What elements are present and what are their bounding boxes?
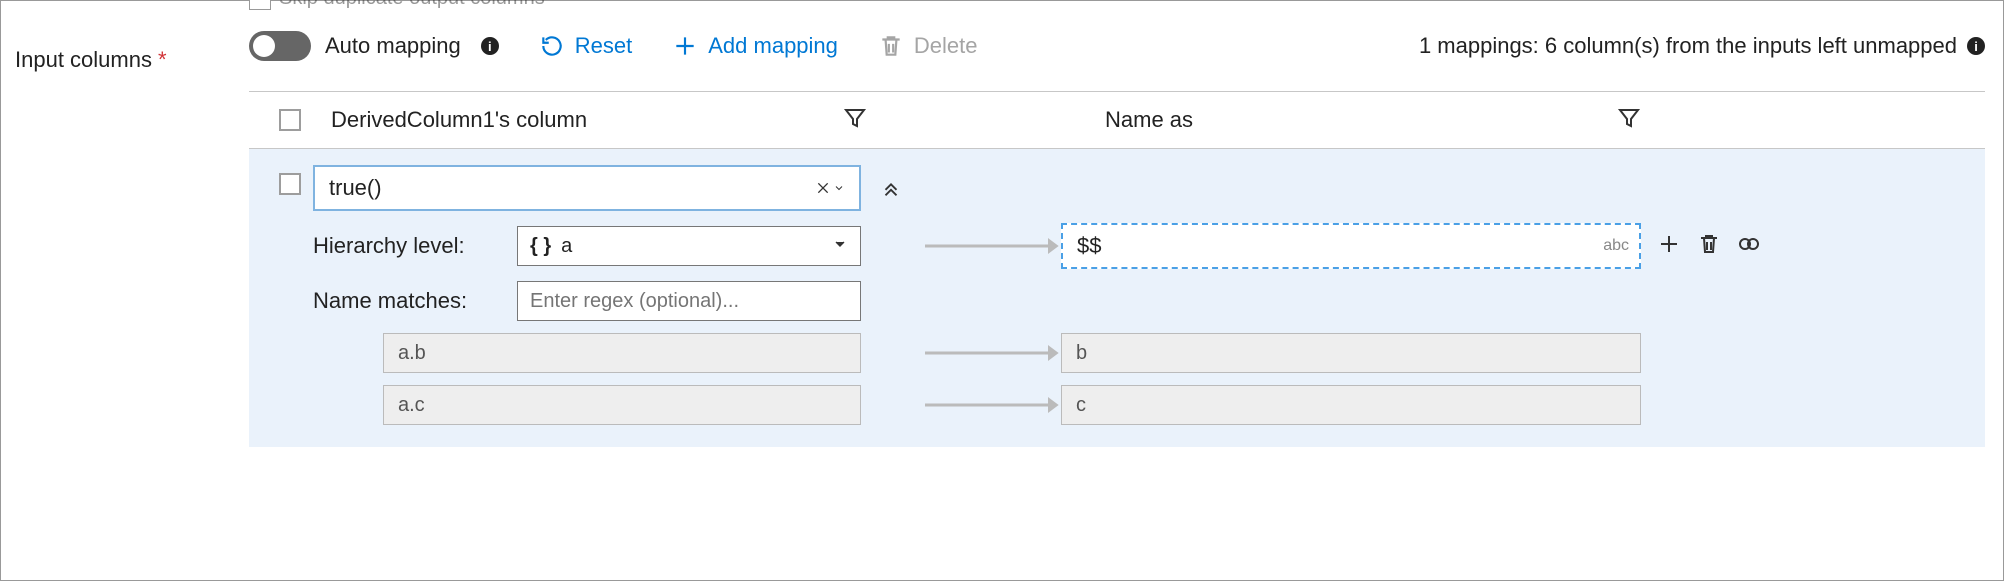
delete-button: Delete bbox=[878, 33, 978, 59]
column1-header: DerivedColumn1's column bbox=[331, 107, 587, 133]
hierarchy-select[interactable]: { } a bbox=[517, 226, 861, 266]
source-column: a.b bbox=[383, 333, 861, 373]
mapping-status-text: 1 mappings: 6 column(s) from the inputs … bbox=[1419, 33, 1957, 59]
rule-checkbox[interactable] bbox=[279, 173, 301, 195]
trash-icon bbox=[878, 33, 904, 59]
link-icon[interactable] bbox=[1737, 232, 1761, 261]
reset-button[interactable]: Reset bbox=[539, 33, 632, 59]
info-icon[interactable]: i bbox=[1967, 37, 1985, 55]
add-button[interactable] bbox=[1657, 232, 1681, 261]
type-hint: abc bbox=[1603, 237, 1629, 255]
add-mapping-button[interactable]: Add mapping bbox=[672, 33, 838, 59]
column2-header: Name as bbox=[1105, 107, 1193, 133]
table-header: DerivedColumn1's column Name as bbox=[249, 92, 1985, 148]
destination-column: b bbox=[1061, 333, 1641, 373]
clear-condition-icon[interactable] bbox=[815, 180, 845, 196]
collapse-button[interactable] bbox=[861, 177, 921, 199]
hierarchy-label: Hierarchy level: bbox=[313, 233, 497, 259]
info-icon[interactable]: i bbox=[481, 37, 499, 55]
arrow-icon bbox=[921, 237, 1061, 255]
mapping-rule: true() Hierarchy level: { } a bbox=[249, 149, 1985, 447]
required-mark: * bbox=[158, 47, 167, 72]
input-columns-label: Input columns bbox=[15, 47, 152, 72]
arrow-icon bbox=[921, 396, 1061, 414]
braces-icon: { } bbox=[530, 235, 551, 258]
condition-value: true() bbox=[329, 175, 382, 201]
plus-icon bbox=[672, 33, 698, 59]
hierarchy-row: Hierarchy level: { } a bbox=[313, 226, 861, 266]
condition-input[interactable]: true() bbox=[313, 165, 861, 211]
reset-icon bbox=[539, 33, 565, 59]
mapping-sub-row: a.c c bbox=[313, 385, 1761, 425]
chevron-down-icon bbox=[832, 235, 848, 258]
name-as-input[interactable]: $$ abc bbox=[1061, 223, 1641, 269]
mapping-sub-row: a.b b bbox=[313, 333, 1761, 373]
filter-icon[interactable] bbox=[1617, 106, 1641, 135]
mapping-status: 1 mappings: 6 column(s) from the inputs … bbox=[1419, 33, 1985, 59]
delete-label: Delete bbox=[914, 33, 978, 59]
rule-actions bbox=[1641, 232, 1761, 261]
source-column: a.c bbox=[383, 385, 861, 425]
add-mapping-label: Add mapping bbox=[708, 33, 838, 59]
name-matches-label: Name matches: bbox=[313, 288, 497, 314]
section-label: Input columns* bbox=[15, 47, 167, 73]
filter-icon[interactable] bbox=[843, 106, 867, 135]
name-matches-row: Name matches: bbox=[313, 281, 861, 321]
toolbar: Auto mapping i Reset Add mapping Delete … bbox=[249, 1, 1985, 91]
name-as-value: $$ bbox=[1077, 233, 1101, 259]
arrow-icon bbox=[921, 344, 1061, 362]
name-matches-input[interactable] bbox=[517, 281, 861, 321]
destination-column: c bbox=[1061, 385, 1641, 425]
auto-mapping-toggle-group: Auto mapping i bbox=[249, 31, 499, 61]
reset-label: Reset bbox=[575, 33, 632, 59]
delete-rule-button[interactable] bbox=[1697, 232, 1721, 261]
auto-mapping-toggle[interactable] bbox=[249, 31, 311, 61]
select-all-checkbox[interactable] bbox=[279, 109, 301, 131]
auto-mapping-label: Auto mapping bbox=[325, 33, 461, 59]
hierarchy-value: a bbox=[561, 235, 572, 258]
